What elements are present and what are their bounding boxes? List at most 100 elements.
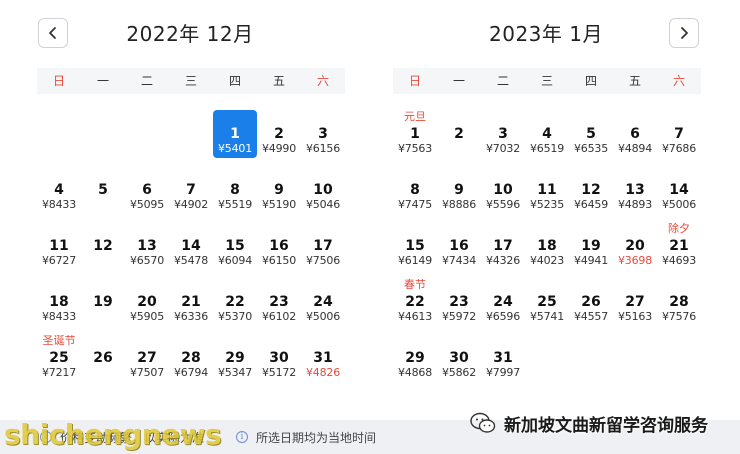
- day-cell[interactable]: 29 ¥5347: [213, 334, 257, 382]
- day-cell[interactable]: 31 ¥7997: [481, 334, 525, 382]
- day-cell[interactable]: 15 ¥6094: [213, 222, 257, 270]
- day-cell[interactable]: 18 ¥8433: [37, 278, 81, 326]
- day-number: 4: [54, 182, 64, 198]
- day-price: ¥6570: [130, 254, 164, 267]
- day-cell[interactable]: 14 ¥5478: [169, 222, 213, 270]
- day-price: ¥5519: [218, 198, 252, 211]
- day-price: ¥7997: [486, 366, 520, 379]
- day-cell[interactable]: 11 ¥6727: [37, 222, 81, 270]
- day-cell[interactable]: 除夕 21 ¥4693: [657, 222, 701, 270]
- day-cell[interactable]: 8 ¥5519: [213, 166, 257, 214]
- weekday-label: 二: [496, 74, 509, 88]
- day-cell[interactable]: 3 ¥6156: [301, 110, 345, 158]
- day-cell[interactable]: 27 ¥7507: [125, 334, 169, 382]
- day-cell[interactable]: 4 ¥6519: [525, 110, 569, 158]
- day-cell[interactable]: 2 ¥4990: [257, 110, 301, 158]
- day-cell[interactable]: 3 ¥7032: [481, 110, 525, 158]
- day-cell[interactable]: 19 ¥4941: [569, 222, 613, 270]
- day-price: ¥4826: [306, 366, 340, 379]
- day-price: ¥5478: [174, 254, 208, 267]
- day-cell[interactable]: 25 ¥5741: [525, 278, 569, 326]
- day-number: 6: [630, 126, 640, 142]
- day-price: ¥5596: [486, 198, 520, 211]
- day-cell[interactable]: 26 ¥4557: [569, 278, 613, 326]
- day-cell[interactable]: 29 ¥4868: [393, 334, 437, 382]
- day-cell[interactable]: 2: [437, 110, 481, 158]
- day-cell[interactable]: 26: [81, 334, 125, 382]
- day-cell[interactable]: 6 ¥5095: [125, 166, 169, 214]
- weekday-label: 六: [316, 74, 329, 88]
- day-cell[interactable]: 4 ¥8433: [37, 166, 81, 214]
- day-number: 26: [581, 294, 601, 310]
- day-number: 18: [49, 294, 69, 310]
- day-price: ¥5347: [218, 366, 252, 379]
- day-price: ¥8433: [42, 198, 76, 211]
- day-number: 23: [269, 294, 289, 310]
- day-cell[interactable]: 12: [81, 222, 125, 270]
- day-number: 24: [493, 294, 513, 310]
- day-cell[interactable]: 28 ¥7576: [657, 278, 701, 326]
- day-cell[interactable]: 12 ¥6459: [569, 166, 613, 214]
- day-cell[interactable]: 16 ¥6150: [257, 222, 301, 270]
- wechat-account-overlay: 新加坡文曲新留学咨询服务: [470, 406, 708, 440]
- day-cell[interactable]: 7 ¥7686: [657, 110, 701, 158]
- day-cell[interactable]: 18 ¥4023: [525, 222, 569, 270]
- day-cell[interactable]: 23 ¥5972: [437, 278, 481, 326]
- day-price: ¥7434: [442, 254, 476, 267]
- day-cell[interactable]: 春节 22 ¥4613: [393, 278, 437, 326]
- day-cell[interactable]: 17 ¥7506: [301, 222, 345, 270]
- day-number: 10: [493, 182, 513, 198]
- day-cell-selected[interactable]: 1 ¥5401: [213, 110, 257, 158]
- holiday-label: 春节: [404, 278, 426, 291]
- day-cell[interactable]: 6 ¥4894: [613, 110, 657, 158]
- day-cell[interactable]: 10 ¥5596: [481, 166, 525, 214]
- day-cell[interactable]: 19: [81, 278, 125, 326]
- day-cell[interactable]: 24 ¥5006: [301, 278, 345, 326]
- day-cell[interactable]: 元旦 1 ¥7563: [393, 110, 437, 158]
- day-cell[interactable]: 13 ¥6570: [125, 222, 169, 270]
- day-cell[interactable]: 21 ¥6336: [169, 278, 213, 326]
- day-cell[interactable]: 24 ¥6596: [481, 278, 525, 326]
- day-cell[interactable]: 5 ¥6535: [569, 110, 613, 158]
- day-price: ¥4894: [618, 142, 652, 155]
- day-cell[interactable]: 28 ¥6794: [169, 334, 213, 382]
- day-number: 15: [225, 238, 245, 254]
- day-number: 21: [669, 238, 689, 254]
- day-cell[interactable]: 27 ¥5163: [613, 278, 657, 326]
- day-number: 17: [313, 238, 333, 254]
- day-cell[interactable]: 23 ¥6102: [257, 278, 301, 326]
- day-cell[interactable]: 9 ¥8886: [437, 166, 481, 214]
- day-cell[interactable]: 14 ¥5006: [657, 166, 701, 214]
- day-number: 26: [93, 350, 113, 366]
- day-number: 2: [454, 126, 464, 142]
- day-cell[interactable]: 圣诞节 25 ¥7217: [37, 334, 81, 382]
- day-cell[interactable]: 17 ¥4326: [481, 222, 525, 270]
- day-price: ¥7576: [662, 310, 696, 323]
- day-number: 9: [274, 182, 284, 198]
- day-number: 20: [625, 238, 645, 254]
- weekday-label: 三: [184, 74, 197, 88]
- day-cell[interactable]: 20 ¥5905: [125, 278, 169, 326]
- day-price: ¥7217: [42, 366, 76, 379]
- day-cell[interactable]: 9 ¥5190: [257, 166, 301, 214]
- day-price: ¥6535: [574, 142, 608, 155]
- day-number: 27: [137, 350, 157, 366]
- day-cell[interactable]: 30 ¥5862: [437, 334, 481, 382]
- empty-day-cell: [125, 110, 169, 158]
- day-cell[interactable]: 15 ¥6149: [393, 222, 437, 270]
- day-cell[interactable]: 8 ¥7475: [393, 166, 437, 214]
- day-cell[interactable]: 7 ¥4902: [169, 166, 213, 214]
- day-cell[interactable]: 30 ¥5172: [257, 334, 301, 382]
- day-cell[interactable]: 11 ¥5235: [525, 166, 569, 214]
- day-price: ¥6102: [262, 310, 296, 323]
- day-cell[interactable]: 10 ¥5046: [301, 166, 345, 214]
- day-number: 11: [537, 182, 557, 198]
- day-cell[interactable]: 31 ¥4826: [301, 334, 345, 382]
- day-cell[interactable]: 20 ¥3698: [613, 222, 657, 270]
- day-cell[interactable]: 22 ¥5370: [213, 278, 257, 326]
- day-number: 15: [405, 238, 425, 254]
- day-cell[interactable]: 13 ¥4893: [613, 166, 657, 214]
- day-number: 7: [186, 182, 196, 198]
- day-cell[interactable]: 5: [81, 166, 125, 214]
- day-cell[interactable]: 16 ¥7434: [437, 222, 481, 270]
